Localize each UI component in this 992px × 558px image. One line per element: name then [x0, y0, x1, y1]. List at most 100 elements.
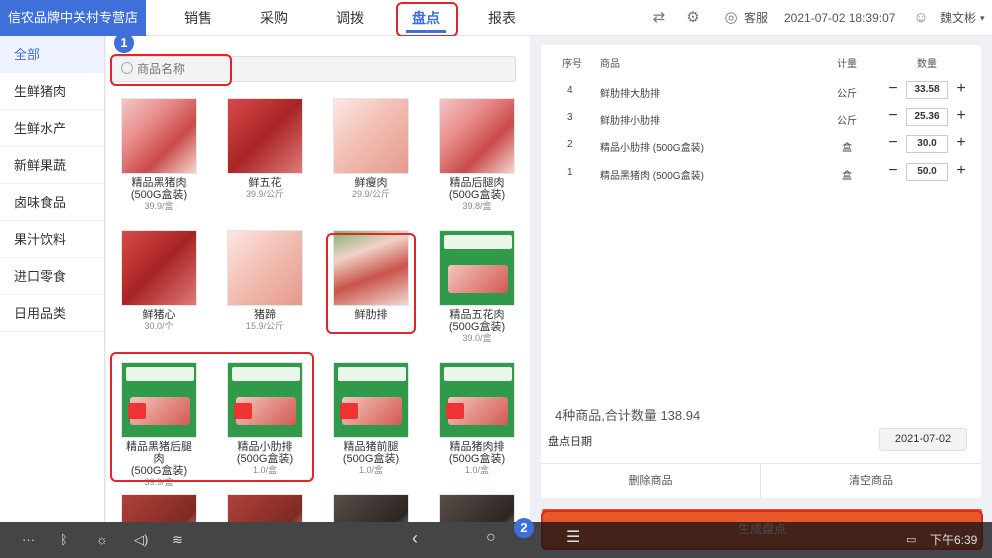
table-row[interactable]: 3 鲜肋排小肋排 公斤 − 25.36 + — [541, 105, 981, 133]
category-seafood[interactable]: 生鲜水产 — [0, 110, 104, 147]
search-box[interactable] — [110, 56, 516, 82]
user-name[interactable]: 魏文彬 — [940, 0, 976, 36]
row-name: 鲜肋排小肋排 — [600, 116, 660, 127]
product-price: 39.9/盒 — [144, 477, 174, 487]
quantity-value[interactable]: 30.0 — [906, 135, 948, 153]
product-price: 39.0/盒 — [462, 333, 492, 343]
screen-icon[interactable]: ▭ — [906, 531, 916, 549]
product-card[interactable]: 精品后腿肉 (500G盒装) 39.8/盒 — [439, 98, 515, 212]
nav-tab-inventory[interactable]: 盘点 — [396, 0, 456, 36]
brightness-icon[interactable]: ☼ — [96, 531, 108, 549]
product-card[interactable]: 精品黑猪肉 (500G盒装) 39.9/盒 — [121, 98, 197, 212]
row-unit: 公斤 — [837, 116, 857, 127]
product-image — [121, 98, 197, 174]
category-sidebar: 全部 生鲜猪肉 生鲜水产 新鲜果蔬 卤味食品 果汁饮料 进口零食 日用品类 — [0, 36, 105, 522]
wifi-icon[interactable]: ≋ — [172, 531, 183, 549]
plus-button[interactable]: + — [952, 162, 970, 182]
product-name: 精品猪肉排 (500G盒装) — [448, 441, 506, 465]
product-price: 39.9/盒 — [144, 201, 174, 211]
settings-gear-icon[interactable]: ⚙ — [684, 9, 702, 27]
table-row[interactable]: 4 鲜肋排大肋排 公斤 − 33.58 + — [541, 78, 981, 106]
more-dots[interactable]: ··· — [22, 531, 35, 549]
product-price: 39.9/公斤 — [245, 189, 285, 199]
home-icon[interactable]: ○ — [486, 529, 496, 547]
header-no: 序号 — [562, 59, 582, 70]
chevron-down-icon[interactable]: ▾ — [980, 0, 985, 36]
quantity-stepper[interactable]: − 30.0 + — [884, 134, 972, 154]
nav-tab-purchase[interactable]: 采购 — [252, 0, 296, 36]
search-input[interactable] — [137, 59, 437, 79]
quantity-value[interactable]: 50.0 — [906, 163, 948, 181]
row-no: 2 — [567, 139, 573, 150]
product-card[interactable]: 鲜肋排 — [333, 230, 409, 321]
volume-icon[interactable]: ◁) — [134, 531, 148, 549]
top-bar: 信农品牌中关村专营店 销售 采购 调拨 盘点 报表 ⇄ ⚙ ◎ 客服 2021-… — [0, 0, 992, 36]
nav-tab-report[interactable]: 报表 — [480, 0, 524, 36]
product-card[interactable]: 精品猪肉排 (500G盒装) 1.0/盒 — [439, 362, 515, 476]
product-price: 15.9/公斤 — [245, 321, 285, 331]
customer-service-label[interactable]: 客服 — [744, 0, 768, 36]
product-card[interactable]: 鲜猪心 30.0/个 — [121, 230, 197, 332]
product-price: 30.0/个 — [144, 321, 174, 331]
menu-icon[interactable]: ☰ — [566, 529, 580, 547]
plus-button[interactable]: + — [952, 134, 970, 154]
product-price: 29.9/公斤 — [351, 189, 391, 199]
category-braised[interactable]: 卤味食品 — [0, 184, 104, 221]
table-row[interactable]: 2 精品小肋排 (500G盒装) 盒 − 30.0 + — [541, 132, 981, 160]
nav-tab-transfer[interactable]: 调拨 — [328, 0, 372, 36]
product-name: 鲜猪心 — [142, 309, 176, 321]
product-card[interactable]: 精品黑猪后腿肉 (500G盒装) 39.9/盒 — [121, 362, 197, 488]
product-card[interactable] — [227, 494, 303, 522]
category-produce[interactable]: 新鲜果蔬 — [0, 147, 104, 184]
category-drinks[interactable]: 果汁饮料 — [0, 221, 104, 258]
minus-button[interactable]: − — [884, 80, 902, 100]
back-icon[interactable]: ‹ — [412, 529, 418, 547]
quantity-stepper[interactable]: − 25.36 + — [884, 107, 972, 127]
search-icon — [121, 62, 133, 74]
product-card[interactable]: 精品五花肉 (500G盒装) 39.0/盒 — [439, 230, 515, 344]
quantity-value[interactable]: 33.58 — [906, 81, 948, 99]
sync-icon[interactable]: ⇄ — [650, 9, 668, 27]
plus-button[interactable]: + — [952, 107, 970, 127]
product-card[interactable]: 精品小肋排 (500G盒装) 1.0/盒 — [227, 362, 303, 476]
product-image — [227, 98, 303, 174]
category-daily-goods[interactable]: 日用品类 — [0, 295, 104, 332]
inventory-date-picker[interactable]: 2021-07-02 — [879, 428, 967, 451]
minus-button[interactable]: − — [884, 134, 902, 154]
nav-tab-sales[interactable]: 销售 — [176, 0, 220, 36]
bluetooth-icon[interactable]: ᛒ — [60, 531, 68, 549]
product-grid: 精品黑猪肉 (500G盒装) 39.9/盒 鲜五花 39.9/公斤 鲜瘦肉 29… — [106, 36, 530, 522]
product-card[interactable] — [439, 494, 515, 522]
header-unit: 计量 — [837, 59, 857, 70]
product-card[interactable]: 猪蹄 15.9/公斤 — [227, 230, 303, 332]
store-name: 信农品牌中关村专营店 — [0, 0, 146, 36]
product-card[interactable]: 鲜瘦肉 29.9/公斤 — [333, 98, 409, 200]
user-avatar-icon[interactable]: ☺ — [912, 9, 930, 27]
product-name: 精品小肋排 (500G盒装) — [236, 441, 294, 465]
quantity-stepper[interactable]: − 50.0 + — [884, 162, 972, 182]
quantity-stepper[interactable]: − 33.58 + — [884, 80, 972, 100]
product-card[interactable] — [121, 494, 197, 522]
product-name: 精品五花肉 (500G盒装) — [448, 309, 506, 333]
minus-button[interactable]: − — [884, 162, 902, 182]
product-image — [439, 494, 515, 522]
category-imported-snacks[interactable]: 进口零食 — [0, 258, 104, 295]
plus-button[interactable]: + — [952, 80, 970, 100]
step-badge-1: 1 — [114, 33, 134, 53]
category-all[interactable]: 全部 — [0, 36, 104, 73]
product-card[interactable]: 鲜五花 39.9/公斤 — [227, 98, 303, 200]
product-card[interactable] — [333, 494, 409, 522]
product-name: 精品后腿肉 (500G盒装) — [448, 177, 506, 201]
product-card[interactable]: 精品猪前腿 (500G盒装) 1.0/盒 — [333, 362, 409, 476]
quantity-value[interactable]: 25.36 — [906, 108, 948, 126]
headset-icon[interactable]: ◎ — [722, 9, 740, 27]
product-price: 1.0/盒 — [464, 465, 489, 475]
category-fresh-pork[interactable]: 生鲜猪肉 — [0, 73, 104, 110]
minus-button[interactable]: − — [884, 107, 902, 127]
header-product: 商品 — [600, 59, 620, 70]
product-image — [439, 230, 515, 306]
table-row[interactable]: 1 精品黑猪肉 (500G盒装) 盒 − 50.0 + — [541, 160, 981, 188]
product-name: 精品猪前腿 (500G盒装) — [342, 441, 400, 465]
delete-product-button[interactable]: 删除商品 — [541, 464, 761, 499]
clear-products-button[interactable]: 清空商品 — [761, 464, 981, 499]
